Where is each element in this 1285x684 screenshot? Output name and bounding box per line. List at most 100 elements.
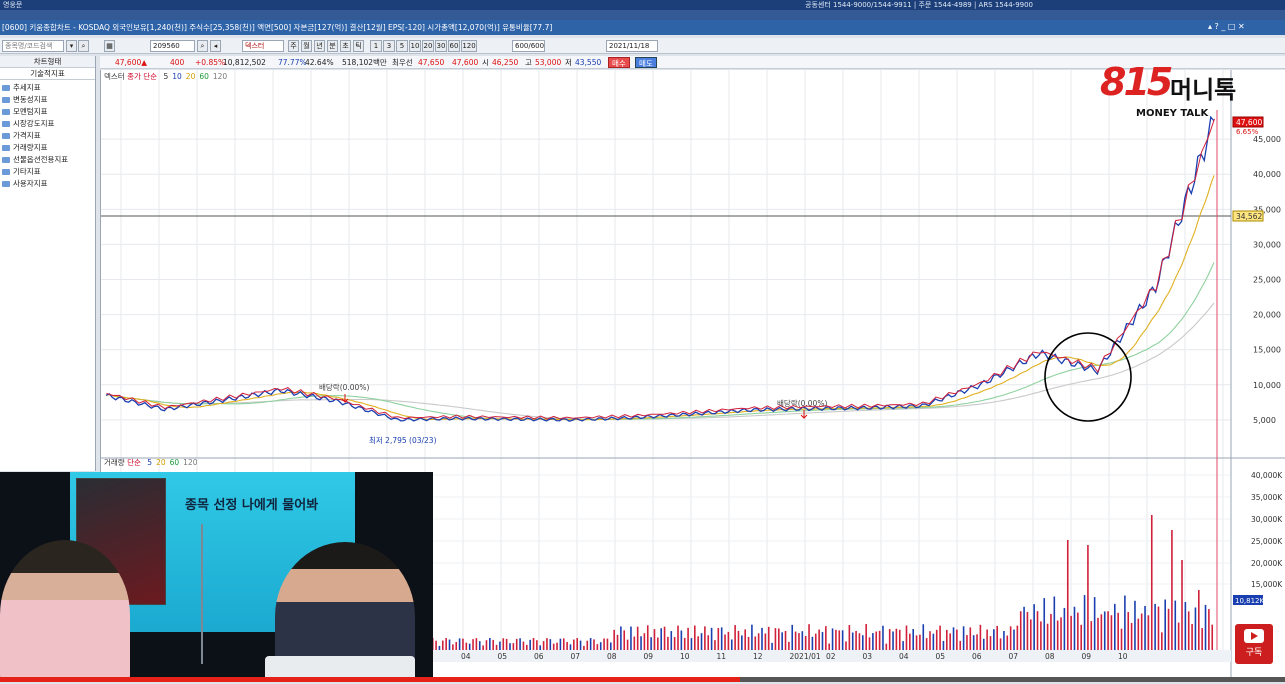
time-axis-label: 10 xyxy=(680,652,690,661)
volume-bar xyxy=(650,637,652,650)
volume-bar xyxy=(720,627,723,650)
volume-bar xyxy=(1117,612,1119,650)
period-button-3[interactable]: 분 xyxy=(327,40,338,52)
sidebar-item-6[interactable]: 선물옵션전용지표 xyxy=(0,154,95,166)
volume-bar xyxy=(519,638,521,650)
volume-bar xyxy=(1016,625,1019,650)
volume-bar xyxy=(573,639,575,650)
period-button-0[interactable]: 주 xyxy=(288,40,299,52)
sidebar-item-5[interactable]: 거래량지표 xyxy=(0,142,95,154)
volume-bar xyxy=(1154,603,1156,650)
period-button-2[interactable]: 년 xyxy=(314,40,325,52)
sidebar-item-0[interactable]: 추세지표 xyxy=(0,82,95,94)
volume-bar xyxy=(670,631,673,650)
tab-chart-type[interactable]: 차트형태 xyxy=(0,56,95,68)
volume-bar xyxy=(492,639,494,650)
time-axis-label: 08 xyxy=(1045,652,1055,661)
volume-bar xyxy=(956,629,958,650)
volume-bar xyxy=(1077,612,1079,650)
minute-step-button-0[interactable]: 1 xyxy=(370,40,382,52)
zoom-icon[interactable]: ⌕ xyxy=(197,40,208,52)
turnover-value: 77.77% xyxy=(278,58,307,67)
sidebar-item-7[interactable]: 기타지표 xyxy=(0,166,95,178)
sidebar-item-4[interactable]: 가격지표 xyxy=(0,130,95,142)
volume-bar xyxy=(801,631,804,650)
price-axis-label: 40,000 xyxy=(1253,170,1281,179)
minute-step-button-4[interactable]: 20 xyxy=(422,40,434,52)
volume-bar xyxy=(898,629,901,650)
search-dropdown-icon[interactable]: ▾ xyxy=(66,40,77,52)
subscribe-button[interactable]: 구독 xyxy=(1235,624,1273,664)
date-input[interactable]: 2021/11/18 xyxy=(606,40,658,52)
amount-value: 518,102백만 xyxy=(342,58,387,67)
buy-button[interactable]: 매수 xyxy=(608,57,630,68)
volume-bar xyxy=(542,641,545,650)
ma-period-0: 5 xyxy=(163,72,169,81)
volume-bar xyxy=(962,626,965,650)
minute-step-button-5[interactable]: 30 xyxy=(435,40,447,52)
period-button-5[interactable]: 틱 xyxy=(353,40,364,52)
volume-bar xyxy=(552,643,555,650)
sidebar-item-3[interactable]: 시장강도지표 xyxy=(0,118,95,130)
volume-bar xyxy=(452,644,454,650)
volume-value: 10,812,502 xyxy=(223,58,266,67)
low-value: 43,550 xyxy=(575,58,602,67)
volume-bar xyxy=(1198,590,1200,650)
volume-bar xyxy=(633,636,636,650)
stock-code-input[interactable]: 209560 xyxy=(150,40,195,52)
sidebar-item-label: 변동성지표 xyxy=(13,95,48,104)
volume-bar xyxy=(1003,630,1005,650)
volume-bar xyxy=(673,637,676,650)
volume-bar xyxy=(1157,606,1160,650)
volume-bar xyxy=(982,638,985,650)
volume-bar xyxy=(959,640,962,650)
volume-bar xyxy=(539,645,542,650)
volume-bar xyxy=(1093,597,1096,650)
window-controls[interactable]: ▴ ? _ □ ✕ xyxy=(1208,22,1283,33)
sound-icon[interactable]: ◂ xyxy=(210,40,221,52)
low-annotation: 최저 2,795 (03/23) xyxy=(369,435,437,445)
volume-bar xyxy=(872,633,874,650)
search-icon[interactable]: ⌕ xyxy=(78,40,89,52)
sell-button[interactable]: 매도 xyxy=(635,57,657,68)
volume-bar xyxy=(603,638,605,650)
time-axis-label: 05 xyxy=(498,652,508,661)
volume-axis-label: 30,000K xyxy=(1251,515,1283,524)
volume-bar xyxy=(455,642,458,650)
volume-bar xyxy=(1130,623,1133,650)
minute-step-button-3[interactable]: 10 xyxy=(409,40,421,52)
volume-bar xyxy=(472,639,474,650)
volume-axis-label: 25,000K xyxy=(1251,537,1283,546)
volume-bar xyxy=(1137,618,1140,650)
volume-bar xyxy=(710,627,713,650)
volume-bar xyxy=(1100,614,1103,650)
volume-bar xyxy=(613,629,615,650)
stock-search-input[interactable]: 종목명/코드검색 xyxy=(2,40,64,52)
period-button-4[interactable]: 초 xyxy=(340,40,351,52)
minute-step-button-2[interactable]: 5 xyxy=(396,40,408,52)
minute-step-button-6[interactable]: 60 xyxy=(448,40,460,52)
volume-bar xyxy=(986,629,988,650)
count-input[interactable]: 600/600 xyxy=(512,40,545,52)
volume-bar xyxy=(700,633,703,650)
period-button-1[interactable]: 월 xyxy=(301,40,312,52)
sidebar-item-2[interactable]: 모멘텀지표 xyxy=(0,106,95,118)
volume-bar xyxy=(724,634,726,650)
volume-bar xyxy=(468,643,471,650)
sidebar-item-8[interactable]: 사용자지표 xyxy=(0,178,95,190)
sidebar-item-1[interactable]: 변동성지표 xyxy=(0,94,95,106)
volume-ma-period-0: 5 xyxy=(147,458,153,467)
price-change: 400 xyxy=(170,58,185,67)
chart-type-icon[interactable]: ▦ xyxy=(104,40,115,52)
volume-bar xyxy=(640,636,642,650)
volume-bar xyxy=(1087,545,1089,650)
minute-step-button-1[interactable]: 3 xyxy=(383,40,395,52)
tab-indicators[interactable]: 기술적지표 xyxy=(0,68,95,80)
volume-bar xyxy=(623,630,626,650)
sidebar-item-label: 가격지표 xyxy=(13,131,41,140)
minute-step-button-7[interactable]: 120 xyxy=(461,40,477,52)
volume-bar xyxy=(727,631,730,650)
volume-bar xyxy=(499,641,501,650)
volume-bar xyxy=(1060,617,1062,650)
volume-bar xyxy=(1036,611,1039,650)
